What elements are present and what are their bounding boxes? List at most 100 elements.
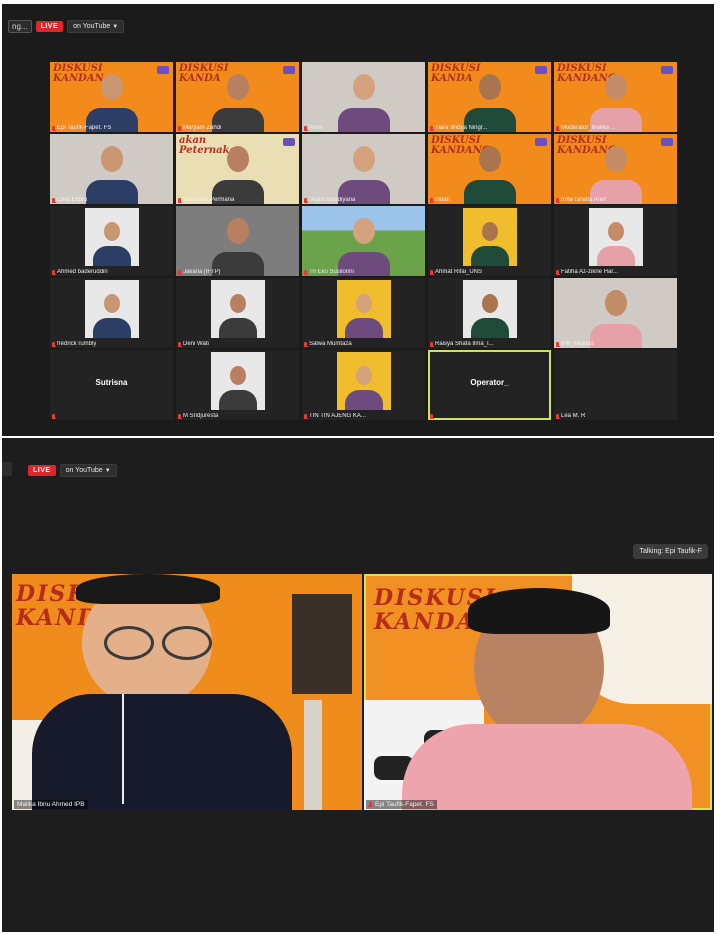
participant-tile[interactable]: fredrick rumbly: [50, 278, 173, 348]
participant-name-label: Raisya Shafa Ilma_I...: [430, 341, 494, 347]
participant-name-label: [430, 414, 435, 419]
live-stream-bar: LIVE on YouTube ▼: [28, 464, 117, 477]
participant-tile[interactable]: DISKUSI KANDANG Irma Isnafia Arief: [554, 134, 677, 204]
person-head: [104, 222, 120, 241]
participant-name: Ahmed baderuddin: [57, 269, 108, 275]
person-head: [226, 146, 249, 172]
glasses-right: [162, 626, 212, 660]
participant-name-label: Ahmed baderuddin: [52, 269, 108, 275]
participant-tile[interactable]: Raisya Shafa Ilma_I...: [428, 278, 551, 348]
participant-name-label: Indah: [430, 197, 450, 203]
participant-name-label: Tiara Widya Ningr...: [430, 125, 487, 131]
participant-tile[interactable]: Deni Wati: [176, 278, 299, 348]
participant-tile[interactable]: Salwa Mumtaza: [302, 278, 425, 348]
participant-name: Tri Eko Susilorini: [309, 269, 354, 275]
participant-name-label: Fatiha Az-zikrie Har...: [556, 269, 618, 275]
participant-tile[interactable]: Arifin: [302, 62, 425, 132]
mic-muted-icon: [430, 125, 434, 131]
participant-name-label: Malika Ibnu Ahmed IPB: [14, 800, 88, 809]
mic-muted-icon: [556, 269, 560, 275]
participant-tile[interactable]: Teguh Boediyana: [302, 134, 425, 204]
chevron-down-icon: ▼: [104, 468, 111, 474]
participant-tile[interactable]: Fatiha Az-zikrie Har...: [554, 206, 677, 276]
person-hair: [76, 574, 220, 604]
participant-tile[interactable]: DISKUSI KANDANG Indah: [428, 134, 551, 204]
person-head: [478, 146, 501, 172]
mic-muted-icon: [556, 341, 560, 347]
participant-tile[interactable]: Tri Eko Susilorini: [302, 206, 425, 276]
participant-tile[interactable]: Lea M. R: [554, 350, 677, 420]
participant-name-label: Lea M. R: [556, 413, 585, 419]
participant-name: Deni Wati: [183, 341, 209, 347]
live-badge: LIVE: [35, 21, 64, 32]
participant-name: Maryam Zahdi: [183, 125, 222, 131]
participant-tile[interactable]: akan Peternakan Idal Galih Permana: [176, 134, 299, 204]
person-body: [345, 318, 383, 338]
person-head: [226, 74, 249, 100]
mic-muted-icon: [430, 197, 434, 203]
person-head: [226, 218, 249, 244]
participant-tile[interactable]: DISKUSI KANDA Maryam Zahdi: [176, 62, 299, 132]
live-badge: LIVE: [28, 465, 56, 476]
logo-icon: [535, 138, 547, 146]
glasses-left: [104, 626, 154, 660]
participant-tile[interactable]: Ahmed baderuddin: [50, 206, 173, 276]
person-head: [230, 294, 246, 313]
participant-gallery-grid: DISKUSI KANDAN Epi Taufik-Fapet. FS DISKUS…: [50, 62, 677, 422]
participant-tile[interactable]: DISKUSI KANDANG Moderator_Malika ...: [554, 62, 677, 132]
earphone-cable: [122, 694, 124, 804]
logo-icon: [661, 138, 673, 146]
logo-icon: [535, 66, 547, 74]
youtube-stream-button[interactable]: on YouTube ▼: [59, 464, 117, 477]
participant-tile[interactable]: Cilila Etipro: [50, 134, 173, 204]
mic-muted-icon: [52, 125, 56, 131]
participant-display-name: Sutrisna: [95, 378, 128, 387]
chevron-down-icon: ▼: [112, 24, 119, 30]
participant-tile[interactable]: DISKUSI KANDAN Epi Taufik-Fapet. FS: [50, 62, 173, 132]
participant-name-label: Epi Taufik-Fapet. FS: [52, 125, 111, 131]
person-head: [352, 74, 375, 100]
youtube-stream-button[interactable]: on YouTube ▼: [67, 20, 125, 33]
participant-tile[interactable]: Ahmat Rifai_UNS: [428, 206, 551, 276]
participant-name: Raisya Shafa Ilma_I...: [435, 341, 494, 347]
camera-feed: [211, 280, 265, 338]
participant-name: Lea M. R: [561, 413, 586, 419]
participant-name-label: fredrick rumbly: [52, 341, 96, 347]
participant-name-label: Cilila Etipro: [52, 197, 87, 203]
speaker-video-right[interactable]: DISKUSI KANDA Epi Taufik-Fapet. FS: [364, 574, 712, 810]
participant-tile[interactable]: Sutrisna: [50, 350, 173, 420]
mic-muted-icon: [52, 197, 56, 203]
participant-tile[interactable]: Jakaria [IFTP]: [176, 206, 299, 276]
participant-name-label: Moderator_Malika ...: [556, 125, 616, 131]
mic-muted-icon: [178, 413, 182, 419]
participant-tile[interactable]: IPB_Miqdad: [554, 278, 677, 348]
logo-icon: [157, 66, 169, 74]
participant-tile[interactable]: M Sridjuresta: [176, 350, 299, 420]
participant-name-label: [52, 414, 57, 419]
participant-name: fredrick rumbly: [57, 341, 97, 347]
mic-muted-icon: [430, 269, 434, 275]
participant-name: M Sridjuresta: [183, 413, 219, 419]
participant-tile[interactable]: DISKUSI KANDA Tiara Widya Ningr...: [428, 62, 551, 132]
person-head: [356, 366, 372, 385]
person-body: [93, 246, 131, 266]
participant-name-label: Deni Wati: [178, 341, 209, 347]
mic-muted-icon: [52, 269, 56, 275]
person-hair: [468, 588, 610, 634]
participant-tile[interactable]: TIN TIN AJENG KA...: [302, 350, 425, 420]
person-head: [482, 294, 498, 313]
participant-display-name: Operator_: [470, 378, 509, 387]
participant-name-label: Salwa Mumtaza: [304, 341, 352, 347]
person-body: [85, 180, 138, 204]
person-head: [482, 222, 498, 241]
camera-feed: [211, 352, 265, 410]
meeting-name-chip[interactable]: ng...: [8, 20, 32, 33]
participant-tile[interactable]: Operator_: [428, 350, 551, 420]
participant-name-label: Ahmat Rifai_UNS: [430, 269, 482, 275]
participant-name-label: M Sridjuresta: [178, 413, 218, 419]
mic-muted-icon: [304, 413, 308, 419]
camera-feed: [337, 352, 391, 410]
mic-muted-icon: [178, 269, 182, 275]
speaker-video-left[interactable]: DISKUSIKANDA Malika Ibnu Ahmed IPB: [12, 574, 362, 810]
speaker-meeting-screenshot: LIVE on YouTube▼ Talking: Epi Taufik-F D…: [2, 438, 714, 932]
